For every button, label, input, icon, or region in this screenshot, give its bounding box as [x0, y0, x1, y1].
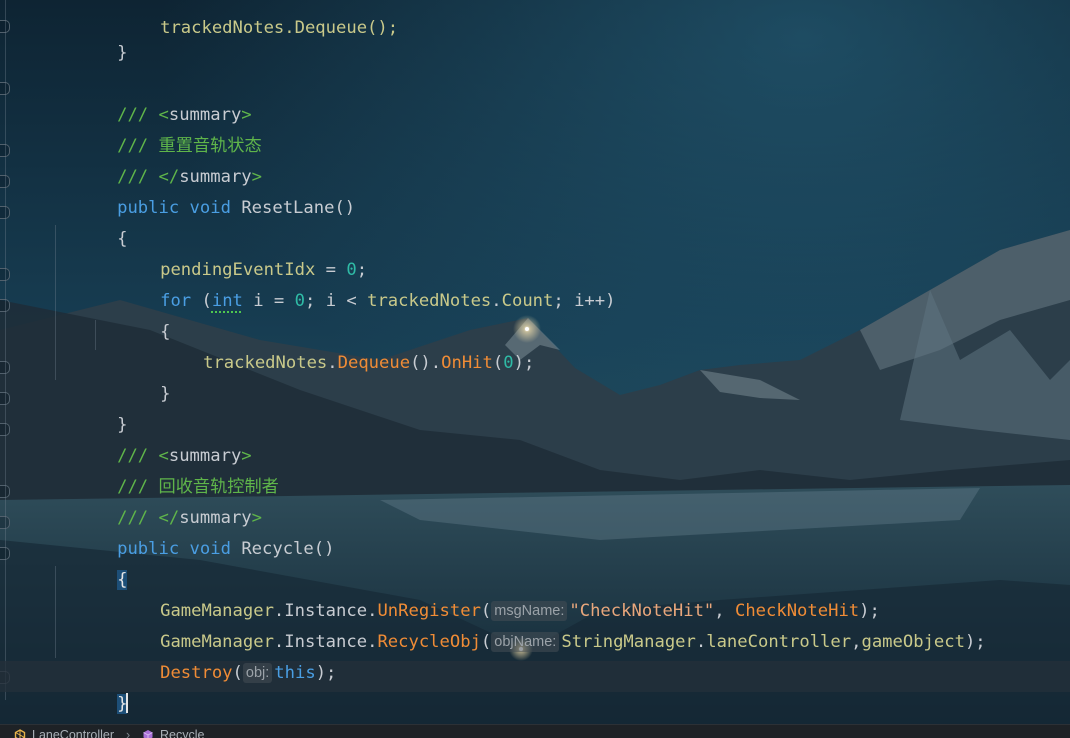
breadcrumb-item-method[interactable]: Recycle: [142, 728, 204, 738]
parens: (): [334, 198, 356, 218]
code-line-current[interactable]: }: [55, 662, 129, 714]
keyword: void: [189, 198, 231, 218]
dot: .: [430, 353, 442, 373]
breadcrumb-bar: LaneController › Recycle: [0, 724, 1070, 738]
doc-comment-line[interactable]: /// <summary>: [55, 414, 252, 466]
code-line[interactable]: {: [55, 538, 128, 590]
number-literal: 0: [294, 291, 305, 311]
punctuation: ; i <: [305, 291, 368, 311]
doc-comment-line[interactable]: /// </summary>: [55, 476, 262, 528]
method-cube-icon: [143, 730, 153, 738]
dot: .: [327, 353, 338, 373]
code-line[interactable]: Destroy(obj: this);: [98, 631, 336, 683]
parens: (): [410, 353, 431, 373]
code-editor[interactable]: trackedNotes.Dequeue(); } /// <summary> …: [0, 0, 1070, 738]
code-line[interactable]: {: [55, 197, 127, 249]
indent-guide: [95, 320, 96, 350]
code-line[interactable]: trackedNotes.Dequeue();: [98, 0, 398, 38]
closing-brace: }: [160, 384, 171, 404]
code-line[interactable]: trackedNotes.Dequeue().OnHit(0);: [141, 321, 534, 373]
code-line[interactable]: }: [55, 11, 127, 63]
punctuation: );: [513, 353, 535, 373]
breadcrumb-item-class[interactable]: LaneController: [14, 728, 114, 738]
method-signature-line[interactable]: public void Recycle(): [55, 507, 334, 559]
indent-guide: [5, 0, 6, 700]
dot: .: [367, 632, 378, 652]
code-token: trackedNotes.Dequeue();: [160, 18, 399, 38]
method-call[interactable]: Destroy: [160, 663, 232, 683]
loop-variable: i =: [242, 291, 295, 311]
method-name[interactable]: Recycle: [241, 539, 313, 559]
keyword: this: [274, 663, 316, 683]
code-line[interactable]: {: [98, 290, 170, 342]
punctuation: (: [232, 663, 243, 683]
breadcrumb-method-label: Recycle: [160, 728, 205, 738]
field-name[interactable]: trackedNotes: [367, 291, 491, 311]
code-line[interactable]: pendingEventIdx = 0;: [98, 228, 367, 280]
editor-gutter: [0, 0, 12, 724]
dot: .: [491, 291, 502, 311]
punctuation: );: [315, 663, 337, 683]
breadcrumb-class-label: LaneController: [32, 728, 114, 738]
closing-brace: }: [117, 43, 128, 63]
for-loop-line[interactable]: for (int i = 0; i < trackedNotes.Count; …: [98, 259, 615, 311]
code-line[interactable]: }: [55, 383, 127, 435]
property-name[interactable]: Count: [502, 291, 554, 311]
property-name[interactable]: gameObject: [861, 632, 964, 652]
punctuation: ; i++): [553, 291, 616, 311]
parens: (): [313, 539, 335, 559]
method-call[interactable]: RecycleObj: [377, 632, 480, 652]
parameter-hint: objName:: [491, 632, 560, 652]
method-signature-line[interactable]: public void ResetLane(): [55, 166, 355, 218]
method-name[interactable]: ResetLane: [241, 198, 334, 218]
punctuation: );: [964, 632, 986, 652]
code-line[interactable]: }: [98, 352, 170, 404]
code-line[interactable]: }: [10, 693, 82, 738]
punctuation: (: [492, 353, 504, 373]
breadcrumb-separator: ›: [126, 728, 131, 738]
punctuation: ,: [851, 632, 862, 652]
number-literal: 0: [503, 353, 514, 373]
unity-class-icon: [14, 729, 26, 738]
code-line[interactable]: GameManager.Instance.RecycleObj(objName:…: [98, 600, 986, 652]
keyword-with-warning[interactable]: int: [212, 291, 243, 311]
doc-comment-line[interactable]: /// </summary>: [55, 135, 262, 187]
punctuation: (: [480, 632, 492, 652]
text-caret: [126, 693, 129, 713]
doc-comment-line[interactable]: /// 重置音轨状态: [55, 104, 262, 156]
doc-comment-line[interactable]: /// <summary>: [55, 73, 252, 125]
dot: .: [695, 632, 707, 652]
field-name[interactable]: laneController: [706, 632, 851, 652]
field-name[interactable]: trackedNotes: [203, 353, 327, 373]
doc-comment-line[interactable]: /// 回收音轨控制者: [55, 445, 279, 497]
code-line[interactable]: GameManager.Instance.UnRegister(msgName:…: [98, 569, 880, 621]
class-name[interactable]: StringManager: [561, 632, 696, 652]
method-call[interactable]: OnHit: [441, 353, 493, 373]
punctuation: (: [191, 291, 212, 311]
parameter-hint: obj:: [242, 663, 273, 683]
keyword: void: [189, 539, 231, 559]
method-call[interactable]: Dequeue: [338, 353, 410, 373]
